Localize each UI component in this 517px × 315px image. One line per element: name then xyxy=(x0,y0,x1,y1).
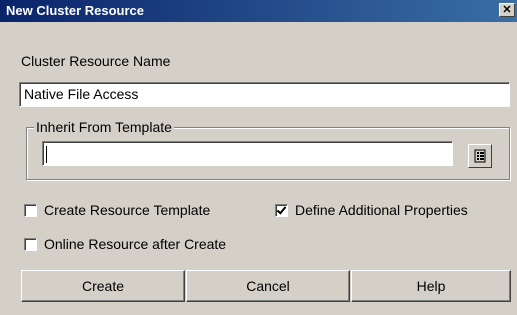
template-input[interactable] xyxy=(42,141,453,166)
create-template-label: Create Resource Template xyxy=(44,202,211,218)
help-button[interactable]: Help xyxy=(351,270,511,302)
browse-list-icon xyxy=(474,149,486,163)
online-after-create-checkbox[interactable] xyxy=(24,238,37,251)
cancel-button[interactable]: Cancel xyxy=(186,270,350,302)
title-bar: New Cluster Resource ✕ xyxy=(0,0,517,22)
text-caret xyxy=(46,146,47,163)
create-template-checkbox[interactable] xyxy=(24,204,37,217)
define-properties-label: Define Additional Properties xyxy=(295,202,468,218)
resource-name-label: Cluster Resource Name xyxy=(21,53,171,69)
resource-name-input[interactable]: Native File Access xyxy=(19,82,510,107)
window-title: New Cluster Resource xyxy=(6,3,144,18)
inherit-template-label: Inherit From Template xyxy=(34,119,174,135)
create-button[interactable]: Create xyxy=(21,270,185,302)
close-button[interactable]: ✕ xyxy=(499,3,515,17)
online-after-create-label: Online Resource after Create xyxy=(44,236,227,252)
define-properties-checkbox[interactable] xyxy=(275,204,288,217)
resource-name-value: Native File Access xyxy=(24,86,139,102)
template-browse-button[interactable] xyxy=(468,144,492,168)
close-icon: ✕ xyxy=(502,4,512,16)
